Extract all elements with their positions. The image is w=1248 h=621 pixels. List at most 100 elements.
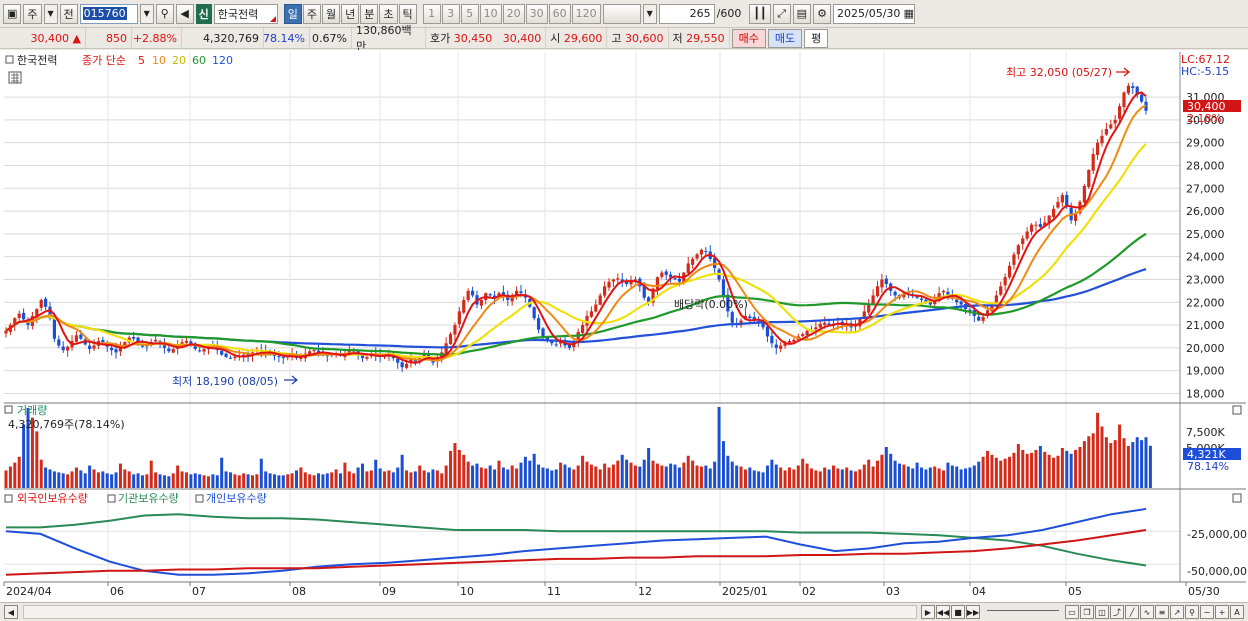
stop-icon[interactable]: ■ bbox=[951, 605, 965, 619]
legend-ma120[interactable]: 120 bbox=[212, 54, 233, 67]
volume-bar bbox=[79, 470, 83, 488]
holding-legend-foreign[interactable]: 외국인보유수량 bbox=[17, 492, 88, 505]
interval-dropdown-icon[interactable]: ▼ bbox=[642, 3, 657, 24]
window-menu-icon: ▣ bbox=[7, 7, 18, 20]
open-label: 시 bbox=[550, 32, 561, 45]
interval-tab-60[interactable]: 60 bbox=[548, 3, 571, 24]
holding-legend-institution[interactable]: 기관보유수량 bbox=[118, 492, 179, 505]
period-tab-4[interactable]: 분 bbox=[360, 3, 379, 24]
sound-button[interactable]: ◀ bbox=[175, 3, 194, 24]
bar-count-value: 265 bbox=[689, 7, 711, 20]
legend-ma20[interactable]: 20 bbox=[172, 54, 186, 67]
chart-area[interactable]: 31,00030,00029,00028,00027,00026,00025,0… bbox=[0, 50, 1248, 603]
settings-button[interactable]: ⚙ bbox=[813, 3, 832, 24]
stock-code-input[interactable]: 015760 bbox=[79, 3, 138, 24]
legend-ma5[interactable]: 5 bbox=[138, 54, 145, 67]
interval-tab-120[interactable]: 120 bbox=[571, 3, 601, 24]
period-tab-2[interactable]: 월 bbox=[322, 3, 341, 24]
split-icon[interactable]: ◫ bbox=[1095, 605, 1109, 619]
candle-body bbox=[823, 322, 827, 325]
legend-ma10[interactable]: 10 bbox=[152, 54, 166, 67]
period-select[interactable]: 주 bbox=[23, 3, 42, 24]
legend-ma60[interactable]: 60 bbox=[192, 54, 206, 67]
volume-bar bbox=[493, 469, 497, 488]
volume-bar bbox=[977, 461, 981, 488]
volume-bar bbox=[74, 467, 78, 488]
draw-tool-button[interactable]: ⤢ bbox=[772, 3, 791, 24]
candle-body bbox=[770, 335, 774, 344]
low-annotation: 최저 18,190 (08/05) bbox=[172, 375, 278, 388]
candle-body bbox=[1025, 231, 1029, 239]
period-tab-3[interactable]: 년 bbox=[341, 3, 360, 24]
volume-title[interactable]: 거래량 bbox=[17, 404, 47, 417]
volume-bar bbox=[541, 467, 545, 488]
layout-icon[interactable]: ▭ bbox=[1065, 605, 1079, 619]
stock-name[interactable]: 한국전력 bbox=[213, 3, 278, 24]
sell-button[interactable]: 매도 bbox=[767, 28, 803, 48]
wave-icon[interactable]: ∿ bbox=[1140, 605, 1154, 619]
volume-bar bbox=[145, 474, 149, 488]
magnifier-icon[interactable]: ⚲ bbox=[1185, 605, 1199, 619]
volume-bar bbox=[585, 461, 589, 488]
volume-bar bbox=[880, 454, 884, 488]
interval-tab-1[interactable]: 1 bbox=[422, 3, 441, 24]
buy-button[interactable]: 매수 bbox=[731, 28, 766, 48]
period-tab-0[interactable]: 일 bbox=[283, 3, 302, 24]
period-tab-1[interactable]: 주 bbox=[302, 3, 322, 24]
quote-change: 850 bbox=[86, 27, 132, 49]
candle-body bbox=[871, 295, 875, 305]
font-size-icon[interactable]: A bbox=[1230, 605, 1244, 619]
search-button[interactable]: ⚲ bbox=[155, 3, 174, 24]
period-tab-6[interactable]: 틱 bbox=[398, 3, 417, 24]
candle-body bbox=[1056, 201, 1060, 208]
interval-tab-3[interactable]: 3 bbox=[441, 3, 460, 24]
flat-button[interactable]: 평 bbox=[804, 28, 829, 48]
interval-tab-20[interactable]: 20 bbox=[502, 3, 525, 24]
zoom-slider[interactable] bbox=[987, 610, 1059, 614]
line-icon[interactable]: ╱ bbox=[1125, 605, 1139, 619]
period-dropdown-icon[interactable]: ▼ bbox=[43, 3, 58, 24]
candle-type-button[interactable]: ┃┃ bbox=[749, 3, 771, 24]
save-button[interactable]: ▤ bbox=[792, 3, 812, 24]
code-dropdown-icon[interactable]: ▼ bbox=[139, 3, 154, 24]
trend-icon[interactable]: ⤴ bbox=[1110, 605, 1124, 619]
forward-icon[interactable]: ▶▶ bbox=[966, 605, 980, 619]
interval-tab-10[interactable]: 10 bbox=[479, 3, 502, 24]
interval-tab-30[interactable]: 30 bbox=[525, 3, 548, 24]
scroll-right-icon[interactable]: ▶ bbox=[921, 605, 935, 619]
x-tick-label: 05 bbox=[1068, 585, 1082, 598]
candle-body bbox=[220, 350, 224, 355]
date-input[interactable]: 2025/05/30 ▦ bbox=[833, 3, 916, 24]
bar-count[interactable]: 265 bbox=[658, 3, 715, 24]
zoom-in-icon[interactable]: + bbox=[1215, 605, 1229, 619]
candle-body bbox=[801, 334, 805, 336]
legend-type[interactable]: 종가 단순 bbox=[82, 54, 126, 67]
volume-bar bbox=[1008, 456, 1012, 488]
save-icon: ▤ bbox=[796, 7, 808, 20]
holding-panel-close-icon[interactable] bbox=[1232, 493, 1242, 503]
market-select[interactable]: 전 bbox=[59, 3, 78, 24]
volume-bar bbox=[215, 475, 219, 488]
legend-stock-name[interactable]: 한국전력 bbox=[17, 54, 57, 67]
candle-body bbox=[167, 348, 171, 352]
period-tab-5[interactable]: 초 bbox=[379, 3, 398, 24]
volume-panel-close-icon[interactable] bbox=[1232, 405, 1242, 415]
arrow-icon[interactable]: ↗ bbox=[1170, 605, 1184, 619]
interval-tab-5[interactable]: 5 bbox=[460, 3, 479, 24]
candle-body bbox=[1104, 128, 1108, 135]
high-label: 고 bbox=[611, 32, 622, 45]
calendar-icon[interactable]: ▦ bbox=[904, 7, 914, 20]
scroll-track[interactable] bbox=[23, 605, 917, 619]
rewind-icon[interactable]: ◀◀ bbox=[936, 605, 950, 619]
candle-body bbox=[730, 312, 734, 323]
interval-custom[interactable] bbox=[602, 3, 641, 24]
volume-bar bbox=[1016, 444, 1020, 488]
copy-icon[interactable]: ❐ bbox=[1080, 605, 1094, 619]
window-menu-button[interactable]: ▣ bbox=[3, 3, 22, 24]
candle-body bbox=[457, 311, 461, 325]
zoom-out-icon[interactable]: − bbox=[1200, 605, 1214, 619]
holding-legend-individual[interactable]: 개인보유수량 bbox=[206, 492, 267, 505]
candle-body bbox=[616, 278, 620, 280]
scroll-left-icon[interactable]: ◀ bbox=[4, 605, 18, 619]
fib-icon[interactable]: ≡ bbox=[1155, 605, 1169, 619]
